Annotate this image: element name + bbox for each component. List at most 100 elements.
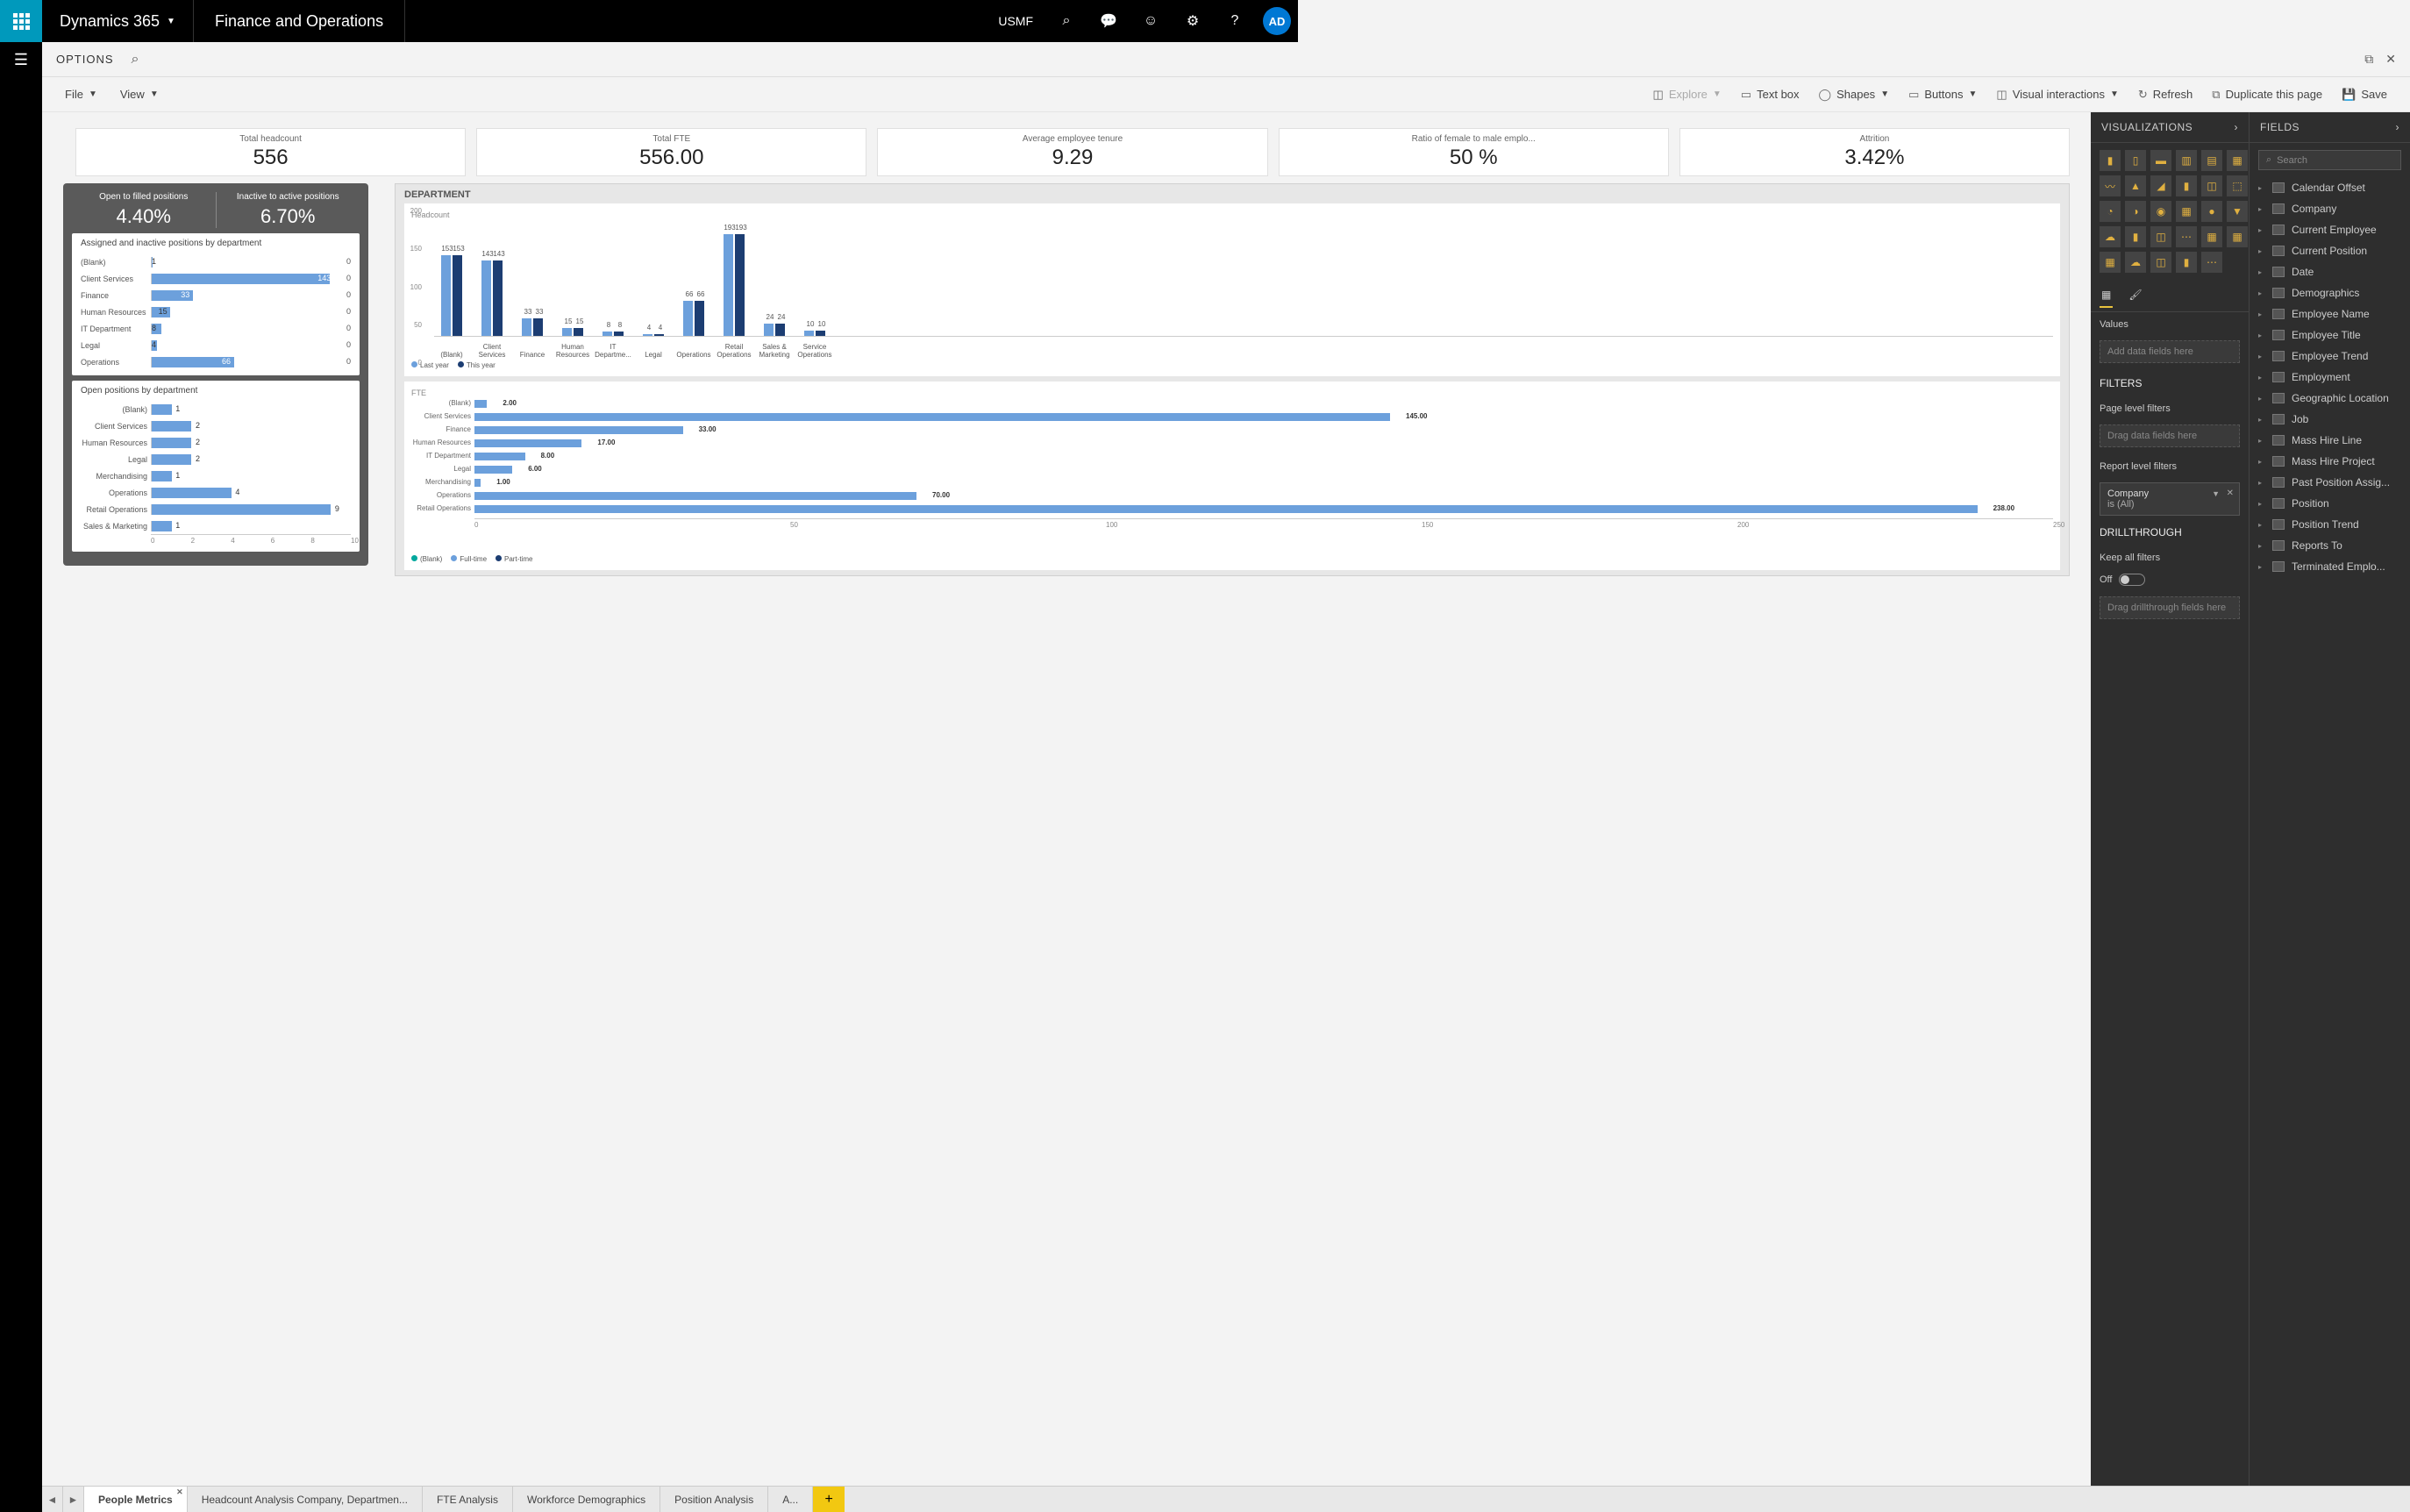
viz-type-icon[interactable]: ▯ xyxy=(2125,150,2146,171)
popout-icon[interactable]: ⧉ xyxy=(2364,52,2373,67)
viz-type-icon[interactable]: ▦ xyxy=(2176,201,2197,222)
viz-type-icon[interactable]: ▲ xyxy=(2125,175,2146,196)
feedback-icon[interactable]: ☺ xyxy=(1130,0,1172,42)
save-button[interactable]: 💾Save xyxy=(2342,88,2387,102)
settings-icon[interactable]: ⚙ xyxy=(1172,0,1214,42)
field-item[interactable]: ▸Job xyxy=(2250,409,2410,430)
assigned-chart[interactable]: Assigned and inactive positions by depar… xyxy=(72,233,360,375)
kpi-card[interactable]: Attrition3.42% xyxy=(1679,128,2070,176)
field-item[interactable]: ▸Past Position Assig... xyxy=(2250,472,2410,493)
viz-panel-header[interactable]: VISUALIZATIONS › xyxy=(2091,112,2249,143)
visual-interactions-button[interactable]: ◫Visual interactions▼ xyxy=(1996,88,2118,102)
options-label[interactable]: OPTIONS xyxy=(56,53,114,66)
viz-type-icon[interactable]: 〰 xyxy=(2100,175,2121,196)
shapes-button[interactable]: ◯Shapes▼ xyxy=(1819,88,1890,102)
fields-panel-header[interactable]: FIELDS › xyxy=(2250,112,2410,143)
page-tab[interactable]: A... xyxy=(768,1487,813,1512)
viz-type-icon[interactable]: ▦ xyxy=(2227,150,2248,171)
file-menu[interactable]: File▼ xyxy=(65,88,97,101)
viz-type-icon[interactable]: ◔ xyxy=(2100,201,2121,222)
viz-type-icon[interactable]: ◢ xyxy=(2150,175,2171,196)
viz-type-icon[interactable]: ▥ xyxy=(2176,150,2197,171)
viz-type-icon[interactable]: ◫ xyxy=(2201,175,2222,196)
page-tab[interactable]: Headcount Analysis Company, Departmen... xyxy=(188,1487,423,1512)
field-item[interactable]: ▸Position xyxy=(2250,493,2410,514)
field-item[interactable]: ▸Current Employee xyxy=(2250,219,2410,240)
field-item[interactable]: ▸Geographic Location xyxy=(2250,388,2410,409)
viz-type-icon[interactable]: ▮ xyxy=(2176,252,2197,273)
kpi-card[interactable]: Total FTE556.00 xyxy=(476,128,866,176)
tab-prev[interactable]: ◄ xyxy=(42,1487,63,1512)
company-code[interactable]: USMF xyxy=(986,14,1045,28)
field-item[interactable]: ▸Mass Hire Project xyxy=(2250,451,2410,472)
headcount-chart[interactable]: Headcount 200150100500 153153(Blank)1431… xyxy=(404,203,2060,376)
field-item[interactable]: ▸Reports To xyxy=(2250,535,2410,556)
field-item[interactable]: ▸Terminated Emplo... xyxy=(2250,556,2410,577)
open-positions-chart[interactable]: Open positions by department (Blank)1Cli… xyxy=(72,381,360,552)
page-tab[interactable]: FTE Analysis xyxy=(423,1487,513,1512)
field-item[interactable]: ▸Employee Title xyxy=(2250,325,2410,346)
product-switcher[interactable]: Dynamics 365 ▼ xyxy=(42,0,194,42)
field-item[interactable]: ▸Date xyxy=(2250,261,2410,282)
viz-type-icon[interactable]: ☁ xyxy=(2100,226,2121,247)
page-tab[interactable]: People Metrics✕ xyxy=(84,1487,188,1512)
user-avatar[interactable]: AD xyxy=(1263,7,1291,35)
options-search-icon[interactable]: ⌕ xyxy=(132,52,139,68)
fields-tab[interactable]: ▦ xyxy=(2100,283,2113,308)
viz-type-icon[interactable]: ☁ xyxy=(2125,252,2146,273)
viz-type-icon[interactable]: ▼ xyxy=(2227,201,2248,222)
field-item[interactable]: ▸Current Position xyxy=(2250,240,2410,261)
viz-type-icon[interactable]: ⋯ xyxy=(2201,252,2222,273)
viz-type-icon[interactable]: ◫ xyxy=(2150,226,2171,247)
viz-type-icon[interactable]: ▮ xyxy=(2176,175,2197,196)
buttons-button[interactable]: ▭Buttons▼ xyxy=(1908,88,1977,102)
search-icon[interactable]: ⌕ xyxy=(1045,0,1087,42)
hamburger-icon[interactable]: ☰ xyxy=(14,51,28,69)
viz-type-icon[interactable]: ⬚ xyxy=(2227,175,2248,196)
viz-type-icon[interactable]: ▤ xyxy=(2201,150,2222,171)
explore-button[interactable]: ◫Explore▼ xyxy=(1653,88,1722,102)
viz-type-icon[interactable]: ▦ xyxy=(2100,252,2121,273)
field-item[interactable]: ▸Mass Hire Line xyxy=(2250,430,2410,451)
fte-chart[interactable]: FTE (Blank)2.00Client Services145.00Fina… xyxy=(404,382,2060,570)
duplicate-button[interactable]: ⧉Duplicate this page xyxy=(2212,88,2322,102)
close-tab-icon[interactable]: ✕ xyxy=(176,1487,183,1497)
app-launcher[interactable] xyxy=(0,0,42,42)
kpi-card[interactable]: Ratio of female to male emplo...50 % xyxy=(1279,128,1669,176)
field-item[interactable]: ▸Position Trend xyxy=(2250,514,2410,535)
viz-type-icon[interactable]: ▬ xyxy=(2150,150,2171,171)
filter-company[interactable]: Company is (All) ▼ ✕ xyxy=(2100,482,2240,516)
page-filters-well[interactable]: Drag data fields here xyxy=(2100,424,2240,447)
field-item[interactable]: ▸Employee Trend xyxy=(2250,346,2410,367)
format-tab[interactable]: 🖌 xyxy=(2127,283,2143,308)
viz-type-icon[interactable]: ◑ xyxy=(2125,201,2146,222)
field-item[interactable]: ▸Employment xyxy=(2250,367,2410,388)
viz-type-icon[interactable]: ▦ xyxy=(2201,226,2222,247)
messages-icon[interactable]: 💬 xyxy=(1087,0,1130,42)
viz-type-icon[interactable]: ● xyxy=(2201,201,2222,222)
textbox-button[interactable]: ▭Text box xyxy=(1741,88,1800,102)
field-item[interactable]: ▸Demographics xyxy=(2250,282,2410,303)
values-well[interactable]: Add data fields here xyxy=(2100,340,2240,363)
viz-type-icon[interactable]: ▦ xyxy=(2227,226,2248,247)
viz-type-icon[interactable]: ▮ xyxy=(2100,150,2121,171)
add-page-button[interactable]: + xyxy=(813,1487,845,1512)
page-tab[interactable]: Position Analysis xyxy=(660,1487,768,1512)
viz-type-icon[interactable]: ◉ xyxy=(2150,201,2171,222)
fields-search[interactable]: ⌕ Search xyxy=(2258,150,2401,170)
page-tab[interactable]: Workforce Demographics xyxy=(513,1487,660,1512)
field-item[interactable]: ▸Employee Name xyxy=(2250,303,2410,325)
field-item[interactable]: ▸Company xyxy=(2250,198,2410,219)
view-menu[interactable]: View▼ xyxy=(120,88,159,101)
viz-type-icon[interactable]: ◫ xyxy=(2150,252,2171,273)
remove-filter-icon[interactable]: ✕ xyxy=(2227,489,2234,498)
viz-type-icon[interactable]: ⋯ xyxy=(2176,226,2197,247)
kpi-card[interactable]: Average employee tenure9.29 xyxy=(877,128,1267,176)
viz-type-icon[interactable]: ▮ xyxy=(2125,226,2146,247)
refresh-button[interactable]: ↻Refresh xyxy=(2138,88,2193,102)
kpi-card[interactable]: Total headcount556 xyxy=(75,128,466,176)
help-icon[interactable]: ? xyxy=(1214,0,1256,42)
field-item[interactable]: ▸Calendar Offset xyxy=(2250,177,2410,198)
chevron-down-icon[interactable]: ▼ xyxy=(2212,489,2220,498)
close-icon[interactable]: ✕ xyxy=(2385,52,2396,67)
